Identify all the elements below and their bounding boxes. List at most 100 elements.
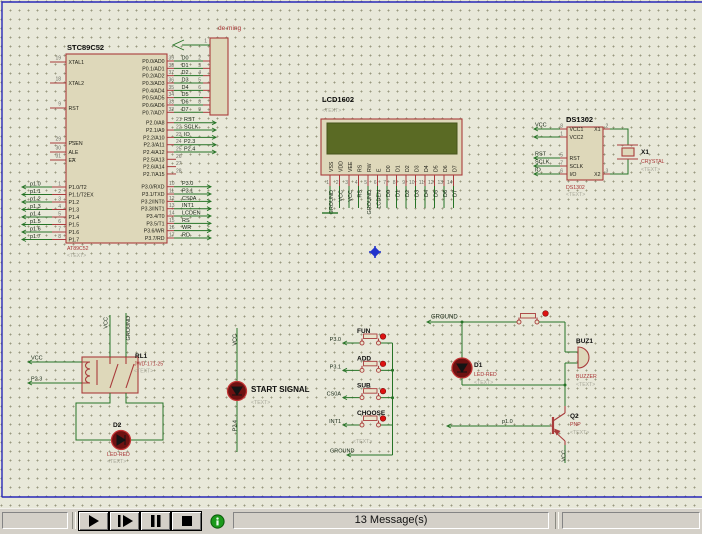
svg-text:1: 1 <box>326 180 329 186</box>
svg-text:P0.3/AD3: P0.3/AD3 <box>142 81 164 87</box>
svg-text:P2.2/A10: P2.2/A10 <box>143 135 164 141</box>
svg-text:5: 5 <box>198 77 201 83</box>
relay-top-right-net: GROUND <box>126 316 132 340</box>
push-button[interactable]: CHOOSE INT1 <box>329 410 392 427</box>
svg-text:INT1: INT1 <box>182 203 194 209</box>
svg-text:p1.0: p1.0 <box>30 182 41 188</box>
svg-text:8: 8 <box>198 99 201 105</box>
mcu-stc89c52[interactable]: STC89C52 AT89C52 <TEXT> 19 XTAL1 18 XTAL… <box>22 43 216 259</box>
buzzer-body[interactable] <box>578 347 589 368</box>
svg-text:D3: D3 <box>415 165 421 172</box>
svg-text:26: 26 <box>176 154 182 160</box>
relay-text-placeholder: <TEXT> <box>134 369 153 375</box>
svg-text:D0: D0 <box>386 165 392 172</box>
button-actuator-icon[interactable] <box>380 416 386 422</box>
play-button[interactable] <box>78 511 109 531</box>
svg-text:P3.5/T1: P3.5/T1 <box>146 221 164 227</box>
stop-icon <box>182 516 192 526</box>
push-button[interactable]: ADD P3.1 <box>330 355 393 372</box>
button-actuator-icon[interactable] <box>380 361 386 367</box>
svg-text:RS: RS <box>182 218 190 224</box>
svg-text:39: 39 <box>169 56 175 62</box>
svg-text:4: 4 <box>355 180 358 186</box>
crystal-x1[interactable]: X1 CRYSTAL <TEXT> <box>617 145 665 173</box>
svg-text:P0.0/AD0: P0.0/AD0 <box>142 59 164 65</box>
led-d1[interactable]: D1 LED-RED <TEXT> <box>452 358 497 386</box>
connector-pin1: 1 <box>204 39 207 45</box>
svg-text:LCDEN: LCDEN <box>377 190 383 209</box>
schematic-canvas[interactable]: STC89C52 AT89C52 <TEXT> 19 XTAL1 18 XTAL… <box>0 0 702 508</box>
rtc-title: DS1302 <box>566 115 593 124</box>
svg-text:D1: D1 <box>396 190 402 197</box>
svg-text:X2: X2 <box>594 172 600 178</box>
alarm-section[interactable]: GROUND <box>427 311 597 463</box>
svg-text:3: 3 <box>58 197 61 203</box>
svg-text:5: 5 <box>58 212 61 218</box>
svg-text:12: 12 <box>169 196 175 202</box>
crystal-ref: X1 <box>641 149 649 156</box>
connector-body[interactable] <box>210 38 228 115</box>
status-bar: 13 Message(s) <box>0 508 702 534</box>
buzzer-buz1[interactable]: BUZ1 BUZZER <TEXT> <box>565 338 597 388</box>
svg-text:RST: RST <box>535 152 547 158</box>
keypad[interactable]: FUN P3.0 ADD P3.1 <box>327 328 394 457</box>
svg-text:6: 6 <box>198 85 201 91</box>
svg-text:19: 19 <box>55 56 61 62</box>
svg-text:P3.1: P3.1 <box>330 364 341 370</box>
svg-text:16: 16 <box>169 225 175 231</box>
svg-text:D6: D6 <box>443 190 449 197</box>
svg-text:7: 7 <box>58 227 61 233</box>
message-info-icon[interactable] <box>210 514 225 529</box>
switch-actuator-icon[interactable] <box>543 311 549 317</box>
start-net-vcc: VCC <box>233 334 239 346</box>
crystal-body[interactable] <box>622 148 634 156</box>
push-button[interactable]: SUB CS0A <box>327 383 393 400</box>
svg-text:E: E <box>377 168 383 172</box>
svg-text:27: 27 <box>176 161 182 167</box>
svg-text:P1.2: P1.2 <box>69 200 80 206</box>
svg-text:P2.0/A8: P2.0/A8 <box>146 121 165 127</box>
svg-text:D1: D1 <box>182 63 189 69</box>
stop-button[interactable] <box>171 511 202 531</box>
message-count: 13 Message(s) <box>355 514 428 526</box>
svg-text:VCC1: VCC1 <box>570 127 584 133</box>
svg-text:5: 5 <box>560 153 563 159</box>
start-signal-led[interactable]: VCC P2.4 START SIGNAL <TEXT> <box>228 328 310 452</box>
led-d2[interactable]: D2 LED-RED <TEXT> <box>107 422 131 465</box>
svg-text:SCLK: SCLK <box>570 164 584 170</box>
svg-text:P1.7: P1.7 <box>69 238 80 244</box>
transistor-q2[interactable]: p1.0 VCC Q2 PNP <TEXT> <box>447 406 589 463</box>
pause-button[interactable] <box>140 511 171 531</box>
keypad-text-placeholder: <TEXT> <box>353 439 372 445</box>
svg-text:11: 11 <box>419 180 424 186</box>
svg-text:D2: D2 <box>405 165 411 172</box>
lcd1602[interactable]: LCD1602 <TEXT> VSS 1 GROUND VDD 2 VCC <box>321 95 462 214</box>
button-actuator-icon[interactable] <box>380 388 386 394</box>
push-button[interactable]: FUN P3.0 <box>330 328 393 345</box>
svg-text:4: 4 <box>198 70 201 76</box>
svg-text:4: 4 <box>58 204 61 210</box>
svg-text:RD: RD <box>182 233 190 239</box>
svg-text:P2.1/A9: P2.1/A9 <box>146 128 165 134</box>
svg-text:P2.6/A14: P2.6/A14 <box>143 165 164 171</box>
button-actuator-icon[interactable] <box>380 334 386 340</box>
relay-top-left-net: VCC <box>104 317 110 329</box>
svg-text:RW: RW <box>367 163 373 172</box>
svg-text:p1.2: p1.2 <box>30 197 41 203</box>
svg-text:34: 34 <box>169 92 175 98</box>
svg-text:p1.6: p1.6 <box>30 227 41 233</box>
svg-text:29: 29 <box>55 137 61 143</box>
rtc-vcc-row: 8 VCC1 VCC <box>534 123 583 134</box>
svg-text:PSEN: PSEN <box>69 141 83 147</box>
svg-text:D7: D7 <box>182 107 189 113</box>
svg-text:D4: D4 <box>424 165 430 172</box>
rtc-ds1302[interactable]: DS1302 DS1302 <TEXT> 8 VCC1 VCC 1 VCC2 <box>534 115 628 198</box>
svg-text:P2.7/A15: P2.7/A15 <box>143 172 164 178</box>
step-button[interactable] <box>109 511 140 531</box>
led-d2-model: LED-RED <box>107 452 130 458</box>
svg-text:7: 7 <box>198 92 201 98</box>
svg-text:P0.1/AD1: P0.1/AD1 <box>142 66 164 72</box>
svg-text:10: 10 <box>169 181 175 187</box>
svg-text:CS0A: CS0A <box>182 196 197 202</box>
relay-rl1[interactable]: RL1 JWD-171-25 <TEXT> VCC P2.3 VCC GROUN… <box>28 313 163 440</box>
